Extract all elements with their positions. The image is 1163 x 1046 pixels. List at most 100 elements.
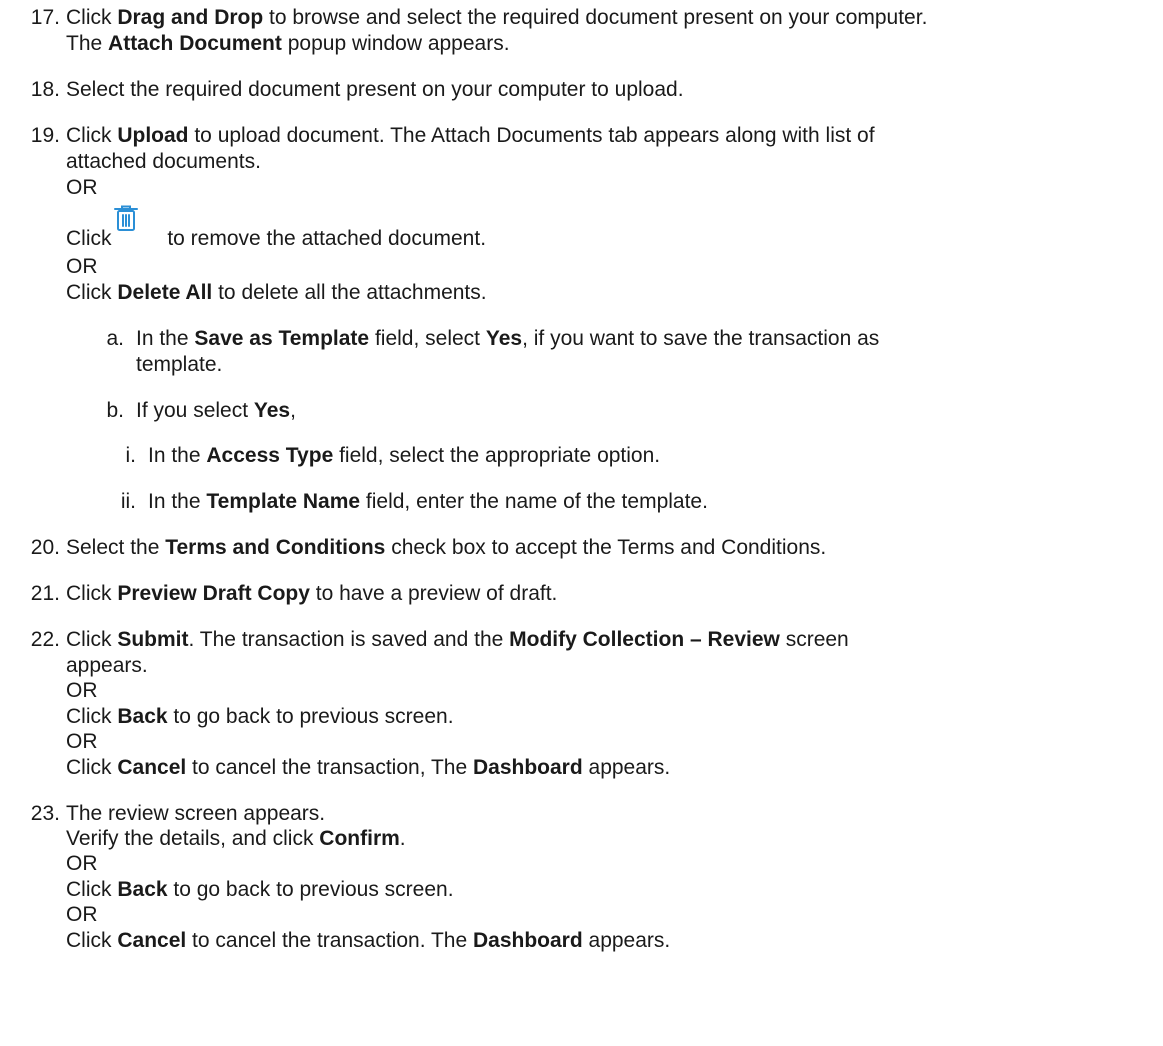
step-21-line-1: Click Preview Draft Copy to have a previ… [66, 581, 557, 607]
bold-term: Template Name [206, 490, 361, 513]
text-run: If you select [136, 399, 254, 422]
text-run: Click [66, 878, 118, 901]
bold-term: Dashboard [473, 756, 583, 779]
text-run: In the [148, 490, 207, 513]
text-run: to go back to previous screen. [167, 878, 454, 901]
bold-term: Modify Collection – Review [509, 628, 780, 651]
step-number: 19. [30, 124, 60, 147]
step-number: 23. [30, 802, 60, 825]
step-number: 22. [30, 628, 60, 651]
bold-term: Terms and Conditions [165, 536, 386, 559]
substep-marker: ii. [120, 490, 136, 513]
or-separator: OR [66, 852, 98, 875]
text-run: Verify the details, and click [66, 827, 320, 850]
text-run: field, select the appropriate option. [333, 444, 661, 467]
step-20-line-1: Select the Terms and Conditions check bo… [66, 535, 826, 561]
bold-term: Back [117, 705, 168, 728]
text-run: The review screen appears. [66, 802, 326, 825]
substep-a-line-2: template. [136, 352, 222, 378]
bold-term: Attach Document [108, 32, 282, 55]
text-run: appears. [582, 756, 671, 779]
text-run: to delete all the attachments. [212, 281, 487, 304]
text-run: appears. [66, 654, 148, 677]
text-run: Click [66, 124, 118, 147]
text-run: Select the required document present on … [66, 78, 684, 101]
text-run: to upload document. The Attach Documents… [188, 124, 875, 147]
step-number: 17. [30, 6, 60, 29]
text-run: , if you want to save the transaction as [522, 327, 880, 350]
bold-term: Yes [485, 327, 523, 350]
step-22-line-3: Click Back to go back to previous screen… [66, 704, 454, 730]
text-run: Click [66, 929, 118, 952]
substep-i-line-1: In the Access Type field, select the app… [148, 443, 660, 469]
text-run: Click [66, 756, 118, 779]
text-run: to go back to previous screen. [167, 705, 454, 728]
or-separator: OR [66, 903, 98, 926]
trash-icon[interactable] [113, 204, 139, 232]
text-run: popup window appears. [281, 32, 510, 55]
bold-term: Cancel [117, 756, 187, 779]
text-run: In the [148, 444, 207, 467]
step-22-line-2: appears. [66, 653, 148, 679]
step-23-line-1: The review screen appears. [66, 801, 325, 827]
step-23-line-3: Click Back to go back to previous screen… [66, 877, 454, 903]
bold-term: Drag and Drop [117, 6, 264, 29]
or-separator: OR [66, 255, 98, 278]
text-run: attached documents. [66, 150, 261, 173]
bold-term: Back [117, 878, 168, 901]
step-number: 18. [30, 78, 60, 101]
bold-term: Cancel [117, 929, 187, 952]
bold-term: Submit [117, 628, 189, 651]
bold-term: Preview Draft Copy [117, 582, 310, 605]
substep-a-line-1: In the Save as Template field, select Ye… [136, 326, 879, 352]
text-run: appears. [582, 929, 671, 952]
step-19-line-4: Click Delete All to delete all the attac… [66, 280, 487, 306]
step-22-line-1: Click Submit. The transaction is saved a… [66, 627, 849, 653]
step-23-line-2: Verify the details, and click Confirm. [66, 826, 406, 852]
step-19-line-1: Click Upload to upload document. The Att… [66, 123, 875, 149]
document-page: 17. Click Drag and Drop to browse and se… [0, 0, 1163, 1046]
bold-term: Yes [253, 399, 291, 422]
substep-marker: b. [106, 399, 124, 422]
text-run: Click [66, 628, 118, 651]
or-separator: OR [66, 176, 98, 199]
bold-term: Upload [117, 124, 189, 147]
bold-term: Dashboard [473, 929, 583, 952]
or-separator: OR [66, 679, 98, 702]
step-number: 20. [30, 536, 60, 559]
text-run: The [66, 32, 109, 55]
or-separator: OR [66, 730, 98, 753]
text-run: Select the [66, 536, 166, 559]
step-19-line-3-end: to remove the attached document. [161, 227, 487, 250]
bold-term: Delete All [117, 281, 213, 304]
substep-ii-line-1: In the Template Name field, enter the na… [148, 489, 708, 515]
step-18-line-1: Select the required document present on … [66, 77, 684, 103]
step-17-line-2: The Attach Document popup window appears… [66, 31, 510, 57]
text-run: template. [136, 353, 223, 376]
text-run: , [290, 399, 296, 422]
text-run: to cancel the transaction, The [186, 756, 473, 779]
text-run: to have a preview of draft. [309, 582, 558, 605]
substep-b-line-1: If you select Yes, [136, 398, 296, 424]
bold-term: Save as Template [194, 327, 370, 350]
text-run: Click [66, 6, 118, 29]
text-run: field, enter the name of the template. [360, 490, 708, 513]
substep-marker: i. [125, 444, 137, 467]
text-run: check box to accept the Terms and Condit… [385, 536, 827, 559]
step-19-line-3-start: Click [66, 227, 112, 250]
step-17-line-1: Click Drag and Drop to browse and select… [66, 5, 927, 31]
bold-term: Access Type [206, 444, 334, 467]
text-run: Click [66, 582, 118, 605]
substep-marker: a. [106, 327, 124, 350]
text-run: Click [66, 705, 118, 728]
text-run: . The transaction is saved and the [188, 628, 510, 651]
step-22-line-4: Click Cancel to cancel the transaction, … [66, 755, 670, 781]
step-19-line-2: attached documents. [66, 149, 261, 175]
text-run: to browse and select the required docume… [263, 6, 928, 29]
text-run: field, select [369, 327, 486, 350]
text-run: . [399, 827, 406, 850]
bold-term: Confirm [319, 827, 400, 850]
step-number: 21. [30, 582, 60, 605]
text-run: screen [779, 628, 849, 651]
step-23-line-4: Click Cancel to cancel the transaction. … [66, 928, 670, 954]
